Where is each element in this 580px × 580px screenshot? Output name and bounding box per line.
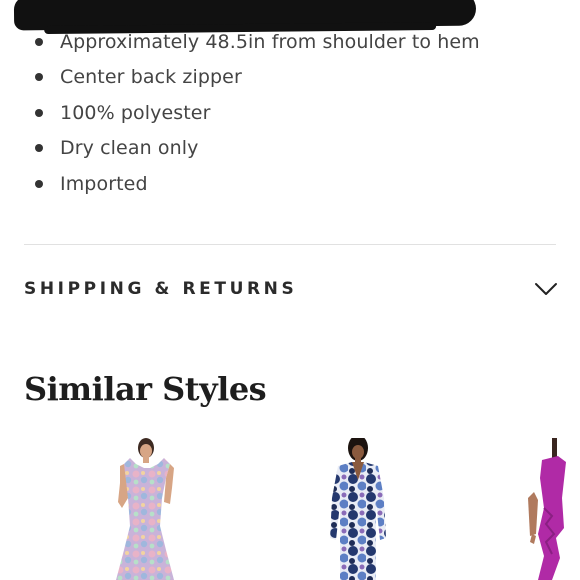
detail-text: Approximately 48.5in from shoulder to he… xyxy=(60,30,480,53)
product-details-list: Approximately 48.5in from shoulder to he… xyxy=(30,24,550,202)
bullet-icon xyxy=(35,73,43,82)
bullet-icon xyxy=(35,179,43,188)
floral-pastel-mermaid-gown-image[interactable] xyxy=(100,438,190,580)
list-item: Approximately 48.5in from shoulder to he… xyxy=(30,24,550,60)
product-card[interactable] xyxy=(522,438,580,580)
list-item: Dry clean only xyxy=(30,131,550,167)
accordion-label: SHIPPING & RETURNS xyxy=(24,279,298,299)
bullet-icon xyxy=(35,108,43,117)
similar-styles-heading: Similar Styles xyxy=(24,370,267,408)
list-item: Center back zipper xyxy=(30,60,550,96)
similar-products-carousel[interactable] xyxy=(0,438,580,580)
list-item: 100% polyester xyxy=(30,95,550,131)
chevron-down-icon[interactable] xyxy=(534,281,558,297)
bullet-icon xyxy=(35,37,43,46)
detail-text: Imported xyxy=(60,172,148,195)
shipping-returns-accordion[interactable]: SHIPPING & RETURNS xyxy=(24,270,558,308)
blue-floral-wrap-dress-image[interactable] xyxy=(312,438,402,580)
product-card[interactable] xyxy=(312,438,402,580)
detail-text: Center back zipper xyxy=(60,66,242,89)
list-item: Imported xyxy=(30,166,550,202)
product-card[interactable] xyxy=(100,438,190,580)
detail-text: Dry clean only xyxy=(60,137,199,160)
detail-text: 100% polyester xyxy=(60,101,211,124)
section-divider xyxy=(24,244,556,245)
magenta-ruffle-dress-image[interactable] xyxy=(522,438,580,580)
bullet-icon xyxy=(35,144,43,153)
